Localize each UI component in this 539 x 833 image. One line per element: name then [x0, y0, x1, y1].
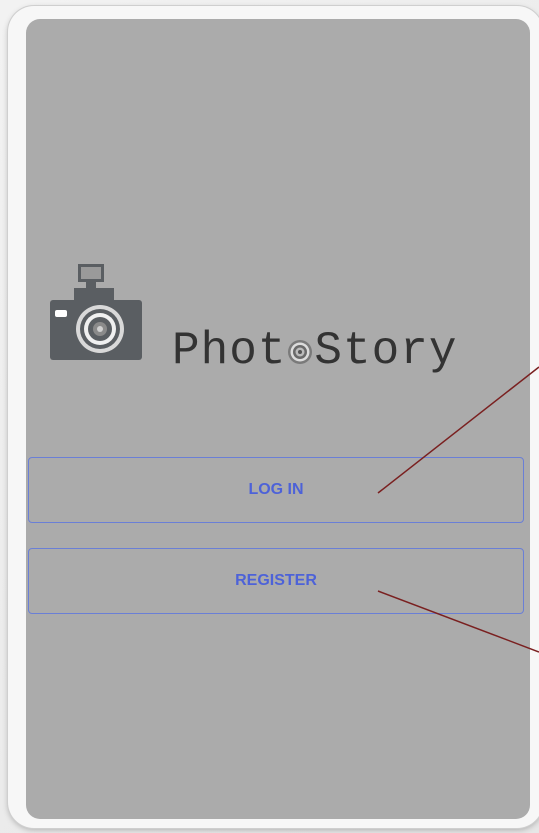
- app-screen: Phot Story LOG IN REGISTER: [26, 19, 530, 819]
- app-name: Phot Story: [172, 325, 457, 377]
- camera-icon: [50, 264, 142, 360]
- app-logo: Phot Story: [46, 263, 506, 383]
- app-name-prefix: Phot: [172, 325, 287, 377]
- register-button[interactable]: REGISTER: [28, 548, 524, 614]
- lens-icon: [288, 340, 313, 364]
- login-button[interactable]: LOG IN: [28, 457, 524, 523]
- app-name-suffix: Story: [314, 325, 458, 377]
